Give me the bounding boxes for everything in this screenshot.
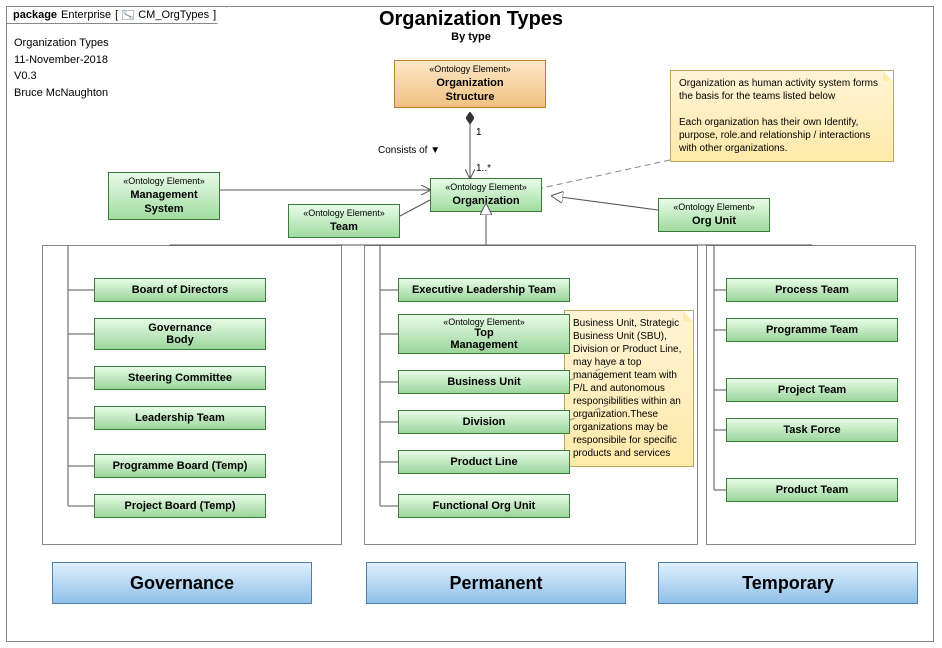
meta-author: Bruce McNaughton xyxy=(14,85,109,102)
stereotype: «Ontology Element» xyxy=(443,317,525,327)
element-team[interactable]: «Ontology Element» Team xyxy=(288,204,400,238)
gov-board-of-directors[interactable]: Board of Directors xyxy=(94,278,266,302)
temp-product-team[interactable]: Product Team xyxy=(726,478,898,502)
stereotype: «Ontology Element» xyxy=(663,202,765,214)
note-text: Organization as human activity system fo… xyxy=(679,78,878,154)
gov-steering-committee[interactable]: Steering Committee xyxy=(94,366,266,390)
diagram-meta: Organization Types 11-November-2018 V0.3… xyxy=(14,35,109,101)
perm-product-line[interactable]: Product Line xyxy=(398,450,570,474)
temp-project-team[interactable]: Project Team xyxy=(726,378,898,402)
perm-functional-org-unit[interactable]: Functional Org Unit xyxy=(398,494,570,518)
element-management-system[interactable]: «Ontology Element» ManagementSystem xyxy=(108,172,220,220)
perm-business-unit[interactable]: Business Unit xyxy=(398,370,570,394)
note-organization: Organization as human activity system fo… xyxy=(670,70,894,162)
perm-exec-leadership[interactable]: Executive Leadership Team xyxy=(398,278,570,302)
element-label: Org Unit xyxy=(663,214,765,228)
diagram-title: Organization Types By type xyxy=(0,8,942,43)
element-label: OrganizationStructure xyxy=(399,76,541,105)
multiplicity-one-many: 1..* xyxy=(476,163,491,174)
category-governance: Governance xyxy=(52,562,312,604)
gov-leadership-team[interactable]: Leadership Team xyxy=(94,406,266,430)
stereotype: «Ontology Element» xyxy=(435,182,537,194)
meta-version: V0.3 xyxy=(14,68,109,85)
element-org-unit[interactable]: «Ontology Element» Org Unit xyxy=(658,198,770,232)
gov-project-board[interactable]: Project Board (Temp) xyxy=(94,494,266,518)
stereotype: «Ontology Element» xyxy=(293,208,395,220)
temp-programme-team[interactable]: Programme Team xyxy=(726,318,898,342)
element-label: Team xyxy=(293,220,395,234)
element-label: ManagementSystem xyxy=(113,188,215,217)
perm-top-management[interactable]: «Ontology Element» TopManagement xyxy=(398,314,570,354)
temp-process-team[interactable]: Process Team xyxy=(726,278,898,302)
element-org-structure[interactable]: «Ontology Element» OrganizationStructure xyxy=(394,60,546,108)
stereotype: «Ontology Element» xyxy=(113,176,215,188)
gov-programme-board[interactable]: Programme Board (Temp) xyxy=(94,454,266,478)
title-sub: By type xyxy=(0,31,942,43)
perm-division[interactable]: Division xyxy=(398,410,570,434)
stereotype: «Ontology Element» xyxy=(399,64,541,76)
multiplicity-one: 1 xyxy=(476,127,482,138)
triangle-icon: ▼ xyxy=(430,145,440,156)
element-organization[interactable]: «Ontology Element» Organization xyxy=(430,178,542,212)
category-temporary: Temporary xyxy=(658,562,918,604)
meta-date: 11-November-2018 xyxy=(14,52,109,69)
relation-consists-of: Consists of ▼ xyxy=(378,145,440,156)
element-label: Organization xyxy=(435,194,537,208)
category-permanent: Permanent xyxy=(366,562,626,604)
temp-task-force[interactable]: Task Force xyxy=(726,418,898,442)
title-main: Organization Types xyxy=(0,8,942,31)
gov-governance-body[interactable]: GovernanceBody xyxy=(94,318,266,350)
